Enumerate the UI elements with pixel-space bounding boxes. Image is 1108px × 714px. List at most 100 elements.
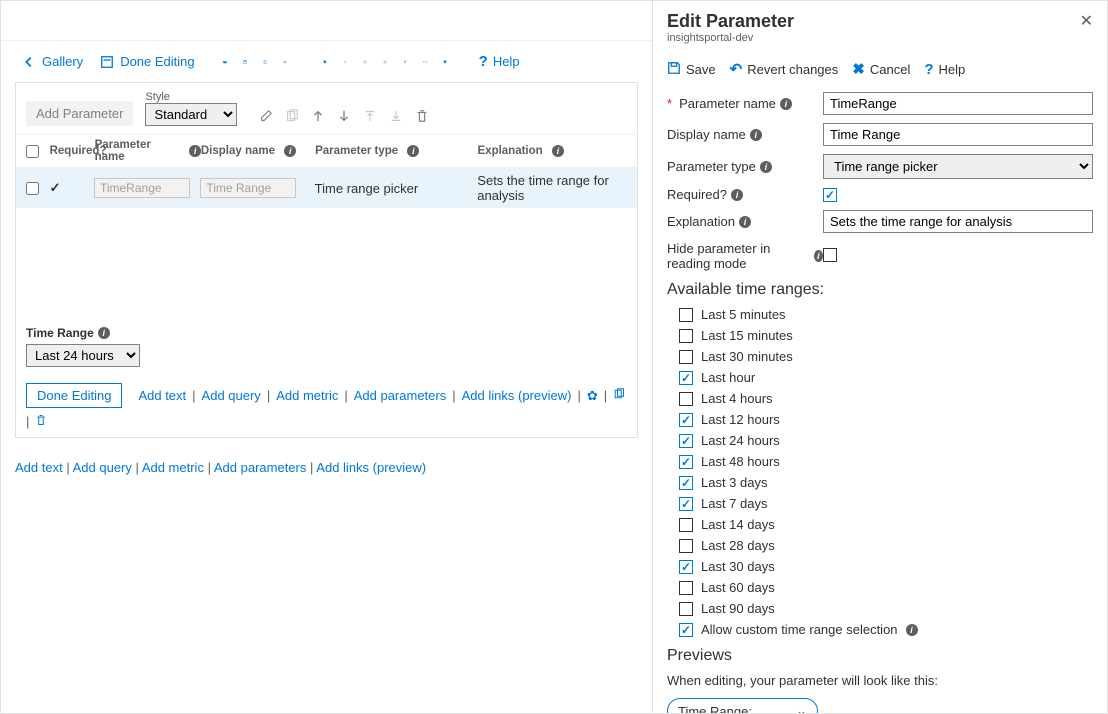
time-range-item: Last hour: [679, 370, 1093, 385]
previews-text: When editing, your parameter will look l…: [667, 673, 1093, 688]
up-icon[interactable]: [311, 109, 325, 126]
add-text-bottom[interactable]: Add text: [15, 460, 63, 475]
gallery-label: Gallery: [42, 54, 83, 69]
info-icon: i: [407, 145, 419, 157]
copy-icon[interactable]: [285, 109, 299, 126]
save-copy-icon[interactable]: [257, 54, 273, 70]
edit-parameter-panel: Edit Parameter insightsportal-dev ✕ Save…: [653, 1, 1107, 713]
parameter-type-select[interactable]: Time range picker: [823, 154, 1093, 179]
add-text-link[interactable]: Add text: [138, 388, 186, 403]
save-icon[interactable]: [237, 54, 253, 70]
parameter-name-input[interactable]: [823, 92, 1093, 115]
add-query-bottom[interactable]: Add query: [73, 460, 132, 475]
time-range-checkbox[interactable]: [679, 497, 693, 511]
add-metric-link[interactable]: Add metric: [276, 388, 338, 403]
refresh-icon[interactable]: [357, 54, 373, 70]
time-range-checkbox[interactable]: [679, 413, 693, 427]
preview-dropdown[interactable]: Time Range: ⌄: [667, 698, 818, 713]
add-metric-bottom[interactable]: Add metric: [142, 460, 204, 475]
add-links-bottom[interactable]: Add links (preview): [316, 460, 426, 475]
add-parameters-link[interactable]: Add parameters: [354, 388, 447, 403]
row-dname: [200, 178, 296, 198]
add-query-link[interactable]: Add query: [202, 388, 261, 403]
block-action-row: Done Editing Add text| Add query| Add me…: [16, 375, 637, 437]
time-range-label: Time Range i: [26, 326, 627, 340]
required-checkbox[interactable]: [823, 188, 837, 202]
header-required: Required?: [50, 139, 95, 163]
save-button[interactable]: Save: [667, 61, 716, 78]
time-range-label: Last 60 days: [701, 580, 775, 595]
time-range-checkbox[interactable]: [679, 434, 693, 448]
time-range-checkbox[interactable]: [679, 476, 693, 490]
time-range-label: Last 7 days: [701, 496, 768, 511]
settings-inline-icon[interactable]: ✿: [587, 388, 598, 404]
down-icon[interactable]: [337, 109, 351, 126]
time-range-checkbox[interactable]: [679, 581, 693, 595]
time-range-label: Last 30 days: [701, 559, 775, 574]
cancel-button[interactable]: ✖Cancel: [852, 60, 910, 78]
revert-icon: ↶: [730, 60, 743, 78]
header-expl: Explanation: [478, 145, 543, 157]
time-range-checkbox[interactable]: [679, 539, 693, 553]
done-editing-block-button[interactable]: Done Editing: [26, 383, 122, 408]
parameter-table-header: Required? Parameter name i Display name …: [16, 134, 637, 168]
hide-checkbox[interactable]: [823, 248, 837, 262]
header-ptype: Parameter type: [315, 145, 398, 157]
time-range-checkbox[interactable]: [679, 560, 693, 574]
help-button[interactable]: ? Help: [473, 49, 526, 74]
allow-custom-checkbox[interactable]: [679, 623, 693, 637]
time-range-checkbox[interactable]: [679, 392, 693, 406]
bottom-action-row: Add text | Add query | Add metric | Add …: [1, 448, 652, 487]
revert-button[interactable]: ↶Revert changes: [730, 60, 839, 78]
time-range-checkbox[interactable]: [679, 455, 693, 469]
time-range-checkbox[interactable]: [679, 308, 693, 322]
row-expl: Sets the time range for analysis: [469, 173, 627, 203]
time-range-item: Last 28 days: [679, 538, 1093, 553]
gear-icon[interactable]: [277, 54, 293, 70]
header-dname: Display name: [201, 145, 275, 157]
time-range-checkbox[interactable]: [679, 602, 693, 616]
time-range-checkbox[interactable]: [679, 350, 693, 364]
row-checkbox[interactable]: [26, 182, 39, 195]
available-ranges-title: Available time ranges:: [667, 281, 1093, 299]
time-range-item: Last 24 hours: [679, 433, 1093, 448]
edit-icon[interactable]: [259, 109, 273, 126]
explanation-input[interactable]: [823, 210, 1093, 233]
time-ranges-list: Last 5 minutesLast 15 minutesLast 30 min…: [679, 307, 1093, 616]
pname-label: Parameter name: [679, 96, 776, 111]
close-icon[interactable]: ✕: [1080, 11, 1093, 31]
add-links-link[interactable]: Add links (preview): [462, 388, 572, 403]
done-editing-icon: [99, 54, 115, 70]
bug-icon[interactable]: [377, 54, 393, 70]
folder-icon[interactable]: [217, 54, 233, 70]
time-range-checkbox[interactable]: [679, 371, 693, 385]
close-x-icon[interactable]: [337, 54, 353, 70]
copy-inline-icon[interactable]: [613, 388, 625, 403]
style-select[interactable]: Standard: [145, 103, 237, 126]
checkmark-icon: ✓: [50, 180, 61, 196]
time-range-checkbox[interactable]: [679, 518, 693, 532]
display-name-input[interactable]: [823, 123, 1093, 146]
trash-icon[interactable]: [415, 109, 429, 126]
time-range-item: Last 3 days: [679, 475, 1093, 490]
info-icon: i: [750, 129, 762, 141]
code-icon[interactable]: [417, 54, 433, 70]
add-parameter-button[interactable]: Add Parameter: [26, 101, 133, 126]
info-icon: i: [552, 145, 564, 157]
allow-custom-label: Allow custom time range selection: [701, 622, 898, 637]
tag-icon[interactable]: [317, 54, 333, 70]
trash-inline-icon[interactable]: [35, 414, 47, 429]
help-button[interactable]: ?Help: [924, 61, 965, 78]
move-bottom-icon[interactable]: [389, 109, 403, 126]
pin-icon[interactable]: [397, 54, 413, 70]
done-editing-button[interactable]: Done Editing: [93, 50, 200, 74]
select-all-checkbox[interactable]: [26, 145, 39, 158]
add-parameters-bottom[interactable]: Add parameters: [214, 460, 307, 475]
gallery-button[interactable]: Gallery: [15, 50, 89, 74]
move-top-icon[interactable]: [363, 109, 377, 126]
time-range-checkbox[interactable]: [679, 329, 693, 343]
save-icon: [667, 61, 681, 78]
table-row[interactable]: ✓ Time range picker Sets the time range …: [16, 168, 637, 208]
time-range-select[interactable]: Last 24 hours: [26, 344, 140, 367]
heart-icon[interactable]: [437, 54, 453, 70]
